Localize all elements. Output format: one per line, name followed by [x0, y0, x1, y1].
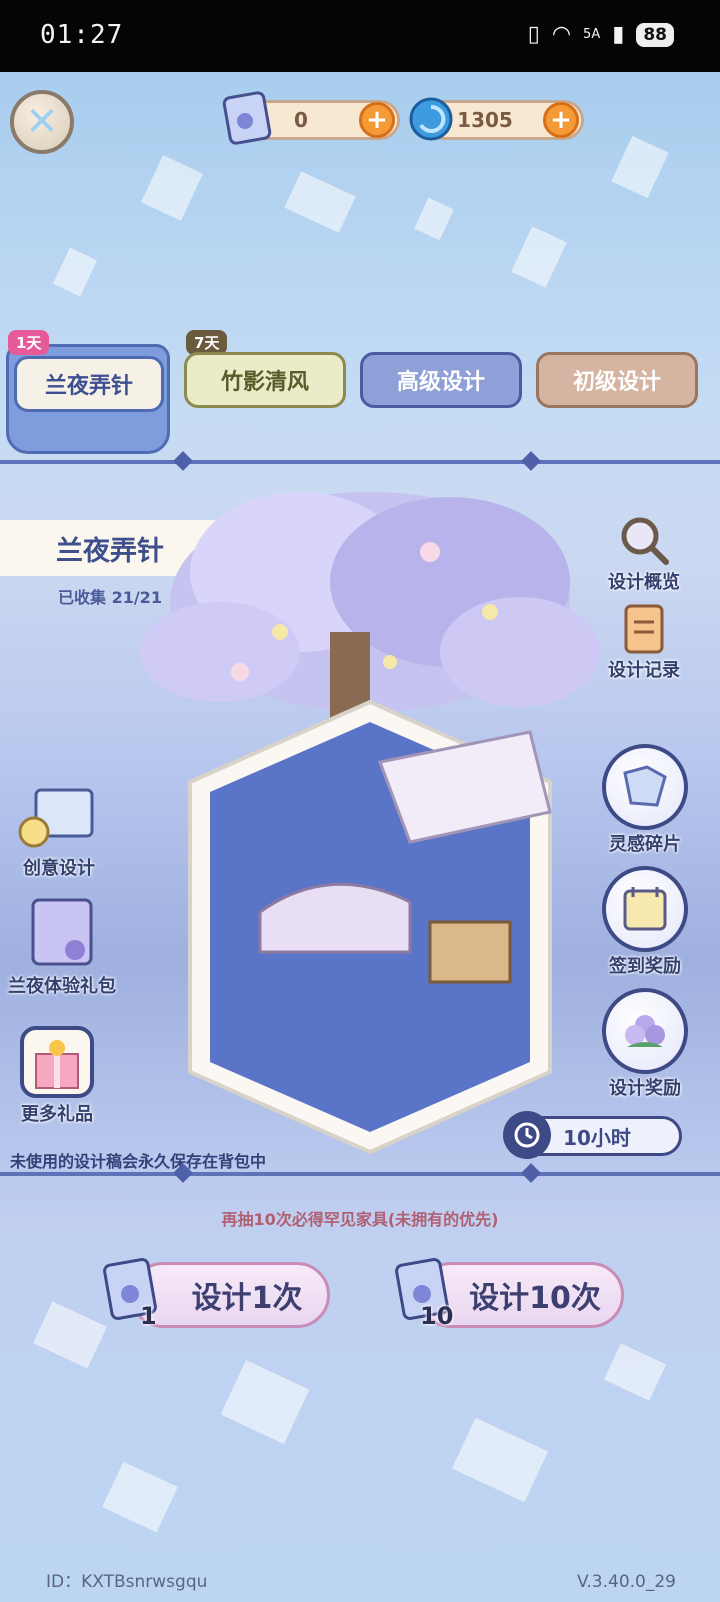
crystal-counter: 1305 +: [409, 97, 584, 141]
bottom-divider: [0, 1163, 720, 1183]
close-icon: ✕: [25, 99, 59, 145]
vibrate-icon: ▯: [527, 22, 540, 47]
player-id: ID：KXTBsnrwsgqu: [46, 1572, 208, 1592]
tab-label: 竹影清风: [220, 370, 309, 395]
fragments-icon-frame: [602, 744, 688, 830]
draw-ten-cost: 10: [420, 1302, 454, 1330]
timer-text: 10小时: [563, 1125, 631, 1150]
top-divider: [0, 451, 720, 471]
ticket-counter: 0 +: [222, 91, 400, 145]
design-reward-button[interactable]: 设计奖励: [602, 988, 688, 1100]
tab-badge-1: 1天: [8, 330, 50, 355]
save-hint-text: 未使用的设计稿会永久保存在背包中: [10, 1152, 267, 1171]
flower-icon: [625, 1015, 665, 1047]
tab-advanced-design[interactable]: 高级设计: [360, 352, 522, 408]
more-gifts-label: 更多礼品: [21, 1104, 93, 1125]
decor-shard: [611, 135, 669, 199]
tab-label: 初级设计: [572, 370, 661, 395]
draw-once-ticket: 1: [100, 1256, 162, 1330]
signal-icon: ▮: [612, 22, 625, 47]
gacha-screen: ✕ 0 + 1305 + 1天 兰夜弄针 7天 竹影清风 高级设计 初级设计 兰…: [0, 72, 720, 1602]
pity-hint-text: 再抽10次必得罕见家具(未拥有的优先): [221, 1210, 499, 1229]
trial-pack-label: 兰夜体验礼包: [8, 976, 116, 997]
design-overview-button[interactable]: 设计概览: [608, 512, 680, 594]
draw-once-cost: 1: [140, 1302, 157, 1330]
decor-shard: [52, 247, 98, 297]
decor-shard: [33, 1301, 107, 1369]
status-bar: 01:27 ▯ ◠ 5A ▮ 88: [0, 0, 720, 72]
tab-label: 兰夜弄针: [44, 374, 133, 399]
decor-shard: [220, 1360, 310, 1444]
trial-pack-button[interactable]: 兰夜体验礼包: [8, 892, 116, 998]
overview-label: 设计概览: [608, 572, 680, 593]
tab-label: 高级设计: [396, 370, 485, 395]
tab-zhuying[interactable]: 竹影清风: [184, 352, 346, 408]
design-record-button[interactable]: 设计记录: [608, 600, 680, 682]
pool-timer: 10小时: [503, 1111, 682, 1159]
status-icons: ▯ ◠ 5A ▮ 88: [528, 22, 674, 47]
divider-gem: [173, 451, 193, 471]
decor-shard: [284, 171, 356, 233]
decor-shard: [141, 155, 203, 221]
battery-icon: 88: [636, 22, 674, 47]
draw-ten-ticket: 10: [392, 1256, 454, 1330]
decor-shard: [603, 1343, 667, 1401]
checkin-icon-frame: [602, 866, 688, 952]
design-scroll-icon: [222, 91, 272, 145]
decor-shard: [414, 197, 454, 241]
gift-scroll-icon: [31, 898, 93, 966]
gift-box-icon: [20, 1026, 94, 1098]
calendar-icon: [623, 887, 667, 931]
creative-label: 创意设计: [23, 858, 95, 879]
fragment-map-icon: [623, 765, 667, 807]
fragments-label: 灵感碎片: [609, 834, 681, 855]
checkin-reward-button[interactable]: 签到奖励: [602, 866, 688, 978]
wifi-icon: ◠: [551, 22, 572, 47]
version-text: V.3.40.0_29: [576, 1572, 676, 1592]
reward-icon-frame: [602, 988, 688, 1074]
decor-shard: [511, 226, 567, 288]
checkin-label: 签到奖励: [609, 956, 681, 977]
room-scene-illustration: [140, 492, 600, 1155]
clipboard-icon: [624, 604, 664, 654]
add-crystals-button[interactable]: +: [543, 102, 579, 138]
tab-lanye[interactable]: 兰夜弄针: [14, 356, 164, 412]
creative-design-button[interactable]: 创意设计: [16, 782, 102, 880]
divider-gem: [521, 451, 541, 471]
clock-icon: [503, 1111, 551, 1159]
lightbulb-blueprint-icon: [18, 788, 94, 848]
decor-shard: [451, 1417, 549, 1503]
add-tickets-button[interactable]: +: [359, 102, 395, 138]
network-type-text: 5A: [583, 27, 601, 42]
magnifier-icon: [621, 517, 669, 565]
divider-gem: [521, 1163, 541, 1183]
draw-ten-label: 设计10次: [469, 1281, 601, 1316]
clock-text: 01:27: [40, 20, 124, 50]
inspiration-fragments-button[interactable]: 灵感碎片: [602, 744, 688, 856]
swirl-gem-icon: [409, 97, 453, 141]
reward-label: 设计奖励: [609, 1078, 681, 1099]
more-gifts-button[interactable]: 更多礼品: [16, 1024, 98, 1126]
decor-shard: [102, 1461, 178, 1533]
draw-once-label: 设计1次: [191, 1281, 303, 1316]
tab-basic-design[interactable]: 初级设计: [536, 352, 698, 408]
close-button[interactable]: ✕: [10, 90, 74, 154]
record-label: 设计记录: [608, 660, 680, 681]
